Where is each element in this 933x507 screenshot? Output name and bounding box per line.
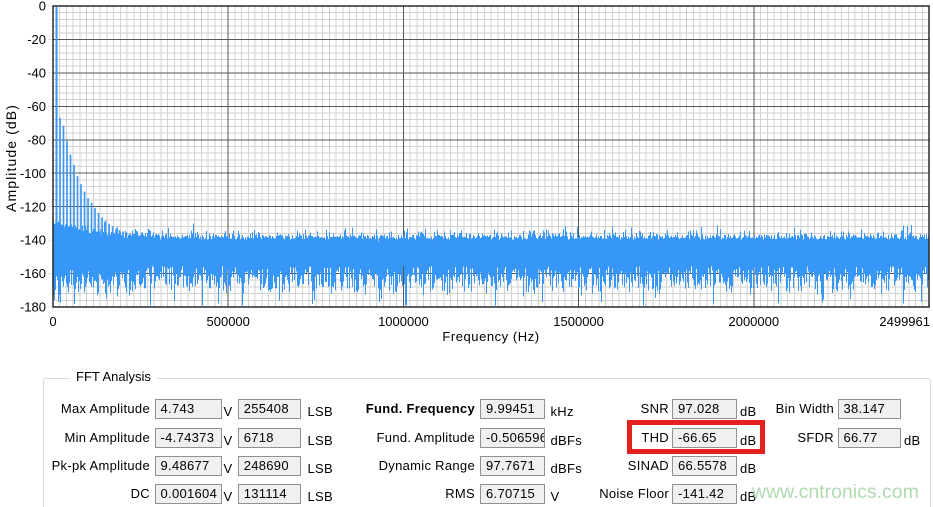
svg-text:-80: -80 bbox=[27, 132, 46, 147]
svg-text:500000: 500000 bbox=[207, 314, 250, 329]
svg-text:0: 0 bbox=[49, 314, 56, 329]
svg-text:-40: -40 bbox=[27, 66, 46, 81]
svg-text:0: 0 bbox=[39, 0, 46, 14]
svg-text:-140: -140 bbox=[20, 233, 46, 248]
svg-text:-160: -160 bbox=[20, 266, 46, 281]
svg-text:1000000: 1000000 bbox=[378, 314, 429, 329]
svg-text:Amplitude (dB): Amplitude (dB) bbox=[3, 104, 19, 212]
svg-text:Frequency (Hz): Frequency (Hz) bbox=[442, 329, 539, 344]
svg-text:-20: -20 bbox=[27, 32, 46, 47]
svg-text:-60: -60 bbox=[27, 99, 46, 114]
svg-text:2000000: 2000000 bbox=[728, 314, 779, 329]
svg-text:-180: -180 bbox=[20, 300, 46, 315]
svg-text:2499961: 2499961 bbox=[879, 314, 930, 329]
svg-text:-100: -100 bbox=[20, 166, 46, 181]
svg-text:-120: -120 bbox=[20, 199, 46, 214]
svg-text:1500000: 1500000 bbox=[553, 314, 604, 329]
